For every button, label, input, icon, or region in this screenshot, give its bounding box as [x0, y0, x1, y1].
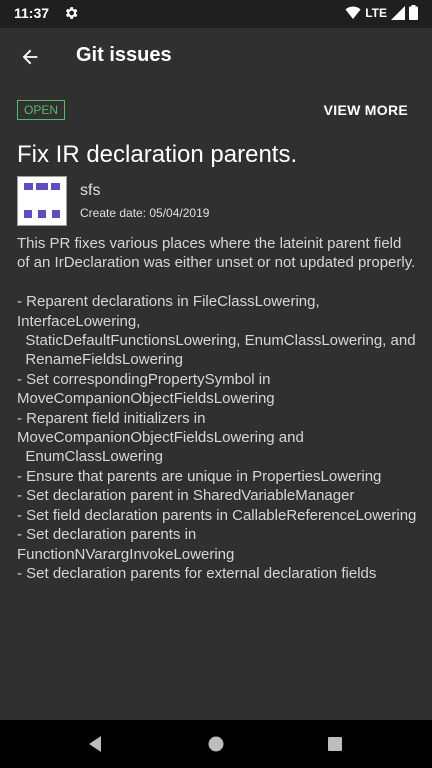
- status-badge: OPEN: [17, 100, 66, 120]
- issue-header-row: OPEN VIEW MORE: [17, 98, 417, 122]
- issue-body: This PR fixes various places where the l…: [17, 235, 417, 582]
- wifi-icon: [345, 6, 361, 19]
- back-button[interactable]: [10, 37, 50, 77]
- app-bar: Git issues: [0, 28, 432, 84]
- create-date: Create date: 05/04/2019: [80, 206, 210, 220]
- avatar[interactable]: [17, 176, 67, 226]
- home-circle-icon[interactable]: [204, 732, 228, 756]
- identicon-image: [24, 183, 60, 218]
- author-row: sfs Create date: 05/04/2019: [17, 176, 417, 228]
- status-indicators: LTE: [345, 5, 418, 20]
- author-name[interactable]: sfs: [80, 182, 100, 200]
- view-more-button[interactable]: VIEW MORE: [324, 102, 408, 118]
- issue-detail: OPEN VIEW MORE Fix IR declaration parent…: [17, 98, 417, 583]
- back-arrow-icon: [22, 49, 38, 65]
- back-triangle-icon[interactable]: [84, 732, 108, 756]
- signal-icon: [391, 5, 405, 20]
- status-bar: 11:37 LTE: [0, 0, 432, 28]
- recents-square-icon[interactable]: [323, 732, 347, 756]
- battery-icon: [409, 5, 418, 20]
- status-time: 11:37: [14, 5, 50, 21]
- issue-title: Fix IR declaration parents.: [17, 141, 298, 168]
- page-title: Git issues: [76, 44, 172, 66]
- navigation-bar: [0, 720, 432, 768]
- network-type: LTE: [365, 5, 387, 20]
- gear-icon: [65, 7, 78, 19]
